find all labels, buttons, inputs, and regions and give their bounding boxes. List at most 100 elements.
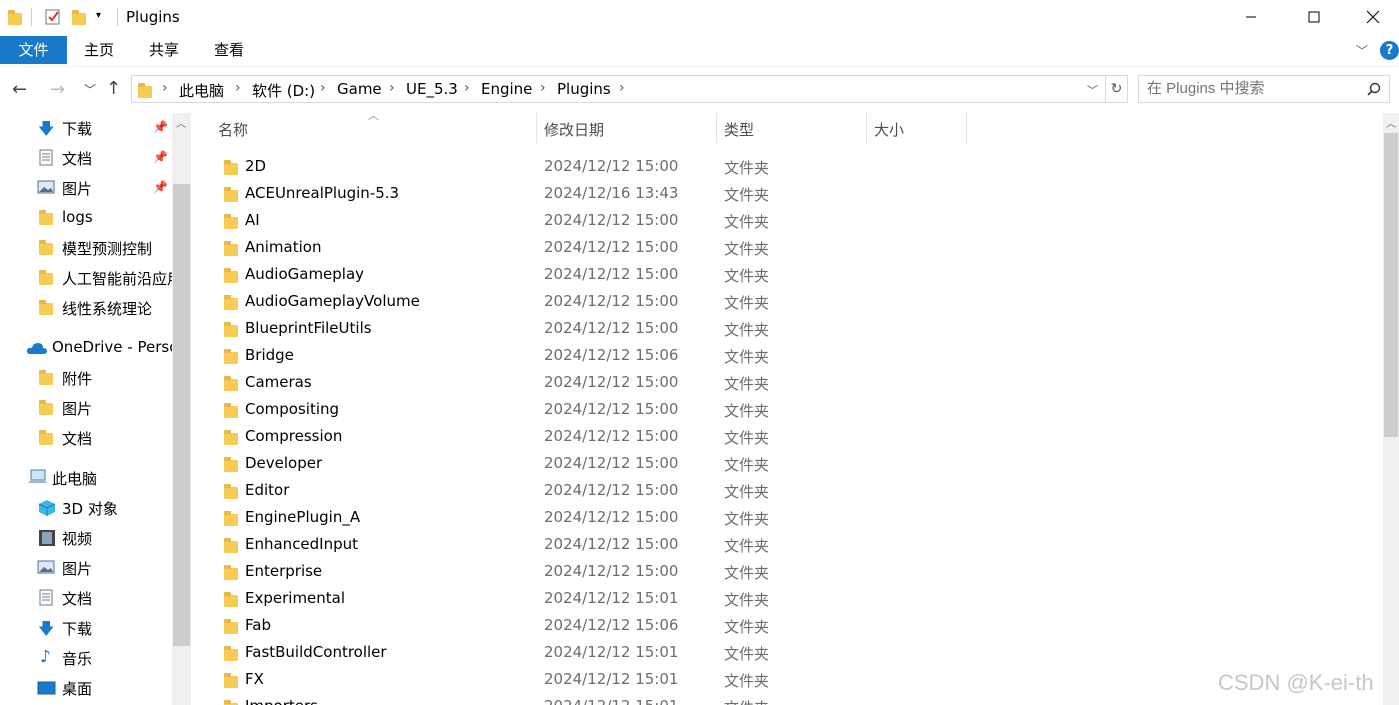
sidebar-item-attachments[interactable]: 附件 bbox=[0, 363, 172, 393]
download-icon: 🡇 bbox=[38, 619, 55, 638]
sidebar-item-linear-systems[interactable]: 线性系统理论 bbox=[0, 293, 172, 323]
breadcrumb-separator-icon[interactable]: › bbox=[619, 80, 625, 96]
folder-icon bbox=[224, 322, 238, 341]
tab-home[interactable]: 主页 bbox=[84, 36, 114, 64]
sidebar-item-label: 此电脑 bbox=[52, 470, 98, 488]
minimize-button[interactable] bbox=[1228, 0, 1274, 34]
table-row[interactable]: Compositing 2024/12/12 15:00 文件夹 bbox=[191, 396, 1383, 423]
table-row[interactable]: EnhancedInput 2024/12/12 15:00 文件夹 bbox=[191, 531, 1383, 558]
sidebar-item-desktop[interactable]: 桌面 bbox=[0, 673, 172, 703]
table-row[interactable]: Editor 2024/12/12 15:00 文件夹 bbox=[191, 477, 1383, 504]
file-date: 2024/12/12 15:01 bbox=[544, 670, 679, 688]
breadcrumb-game[interactable]: Game bbox=[337, 80, 382, 98]
tab-file[interactable]: 文件 bbox=[0, 36, 67, 64]
breadcrumb-separator-icon[interactable]: › bbox=[389, 80, 395, 96]
column-header-name[interactable]: 名称 bbox=[209, 113, 537, 143]
table-row[interactable]: FX 2024/12/12 15:01 文件夹 bbox=[191, 666, 1383, 693]
breadcrumb-separator-icon[interactable]: › bbox=[162, 80, 168, 96]
breadcrumb-separator-icon[interactable]: › bbox=[235, 80, 241, 96]
file-date: 2024/12/12 15:00 bbox=[544, 157, 679, 175]
table-row[interactable]: FastBuildController 2024/12/12 15:01 文件夹 bbox=[191, 639, 1383, 666]
sidebar-item-3d-objects[interactable]: 3D 对象 bbox=[0, 493, 172, 523]
column-header-date[interactable]: 修改日期 bbox=[537, 113, 717, 143]
breadcrumb-drive-d[interactable]: 软件 (D:) bbox=[252, 80, 315, 101]
sidebar-item-mpc[interactable]: 模型预测控制 bbox=[0, 233, 172, 263]
3d-objects-icon bbox=[38, 499, 56, 521]
sidebar-item-label: 文档 bbox=[62, 590, 93, 608]
expand-ribbon-chevron-icon[interactable]: ﹀ bbox=[1356, 42, 1368, 59]
search-box[interactable] bbox=[1138, 75, 1390, 103]
search-icon[interactable] bbox=[1367, 82, 1381, 96]
sidebar-item-label: 文档 bbox=[62, 150, 93, 168]
table-row[interactable]: BlueprintFileUtils 2024/12/12 15:00 文件夹 bbox=[191, 315, 1383, 342]
tab-share[interactable]: 共享 bbox=[149, 36, 179, 64]
properties-icon[interactable] bbox=[44, 8, 62, 26]
table-row[interactable]: ACEUnrealPlugin-5.3 2024/12/16 13:43 文件夹 bbox=[191, 180, 1383, 207]
tab-view[interactable]: 查看 bbox=[214, 36, 244, 64]
scroll-up-chevron-icon[interactable]: ︿ bbox=[176, 115, 186, 130]
help-icon[interactable]: ? bbox=[1380, 41, 1399, 60]
table-row[interactable]: Experimental 2024/12/12 15:01 文件夹 bbox=[191, 585, 1383, 612]
table-row[interactable]: AI 2024/12/12 15:00 文件夹 bbox=[191, 207, 1383, 234]
sidebar-item-downloads[interactable]: 🡇 下载 📌 bbox=[0, 113, 172, 143]
sidebar-item-onedrive[interactable]: OneDrive - Personal bbox=[0, 333, 172, 363]
maximize-button[interactable] bbox=[1291, 0, 1337, 34]
new-folder-icon[interactable] bbox=[72, 10, 86, 29]
column-header-type[interactable]: 类型 bbox=[717, 113, 867, 143]
folder-icon bbox=[224, 538, 238, 557]
sidebar-item-logs[interactable]: logs bbox=[0, 203, 172, 233]
table-row[interactable]: Fab 2024/12/12 15:06 文件夹 bbox=[191, 612, 1383, 639]
breadcrumb-plugins[interactable]: Plugins bbox=[557, 80, 611, 98]
file-list-scroll-thumb[interactable] bbox=[1384, 133, 1398, 437]
close-button[interactable] bbox=[1350, 0, 1396, 34]
breadcrumb-separator-icon[interactable]: › bbox=[464, 80, 470, 96]
customize-qa-chevron-icon[interactable]: ▾ bbox=[96, 10, 101, 28]
file-date: 2024/12/12 15:01 bbox=[544, 643, 679, 661]
sidebar-item-pictures[interactable]: 图片 📌 bbox=[0, 173, 172, 203]
recent-locations-chevron-icon[interactable]: ﹀ bbox=[84, 81, 96, 98]
sidebar-scroll-thumb[interactable] bbox=[173, 184, 190, 646]
sidebar-item-ai-frontier[interactable]: 人工智能前沿应用 bbox=[0, 263, 172, 293]
sidebar-item-pictures-pc[interactable]: 图片 bbox=[0, 553, 172, 583]
table-row[interactable]: Cameras 2024/12/12 15:00 文件夹 bbox=[191, 369, 1383, 396]
sidebar-item-music[interactable]: ♪ 音乐 bbox=[0, 643, 172, 673]
up-arrow-icon[interactable]: ↑ bbox=[106, 78, 121, 99]
file-name: Animation bbox=[245, 238, 322, 256]
watermark: CSDN @K-ei-th bbox=[1218, 670, 1374, 695]
table-row[interactable]: Bridge 2024/12/12 15:06 文件夹 bbox=[191, 342, 1383, 369]
file-type: 文件夹 bbox=[724, 564, 770, 582]
breadcrumb-separator-icon[interactable]: › bbox=[320, 80, 326, 96]
scroll-up-chevron-icon[interactable]: ︿ bbox=[1386, 115, 1396, 130]
sidebar-item-this-pc[interactable]: 此电脑 bbox=[0, 463, 172, 493]
file-date: 2024/12/12 15:00 bbox=[544, 454, 679, 472]
sidebar-item-onedrive-pictures[interactable]: 图片 bbox=[0, 393, 172, 423]
breadcrumb-this-pc[interactable]: 此电脑 bbox=[179, 80, 224, 101]
breadcrumb-engine[interactable]: Engine bbox=[481, 80, 532, 98]
table-row[interactable]: AudioGameplayVolume 2024/12/12 15:00 文件夹 bbox=[191, 288, 1383, 315]
address-history-chevron-icon[interactable]: ﹀ bbox=[1087, 82, 1098, 98]
sidebar-item-downloads-pc[interactable]: 🡇 下载 bbox=[0, 613, 172, 643]
table-row[interactable]: Developer 2024/12/12 15:00 文件夹 bbox=[191, 450, 1383, 477]
back-arrow-icon[interactable]: ← bbox=[12, 79, 27, 100]
search-input[interactable] bbox=[1147, 80, 1357, 97]
forward-arrow-icon[interactable]: → bbox=[50, 79, 65, 100]
sidebar-item-onedrive-documents[interactable]: 文档 bbox=[0, 423, 172, 453]
table-row[interactable]: AudioGameplay 2024/12/12 15:00 文件夹 bbox=[191, 261, 1383, 288]
divider bbox=[117, 8, 118, 26]
column-divider[interactable] bbox=[966, 113, 967, 143]
table-row[interactable]: Enterprise 2024/12/12 15:00 文件夹 bbox=[191, 558, 1383, 585]
column-header-size[interactable]: 大小 bbox=[867, 113, 967, 143]
address-bar[interactable]: › 此电脑 › 软件 (D:) › Game › UE_5.3 › Engine… bbox=[131, 75, 1106, 103]
sidebar-item-documents[interactable]: 文档 📌 bbox=[0, 143, 172, 173]
sidebar-item-videos[interactable]: 视频 bbox=[0, 523, 172, 553]
table-row[interactable]: 2D 2024/12/12 15:00 文件夹 bbox=[191, 153, 1383, 180]
table-row[interactable]: EnginePlugin_A 2024/12/12 15:00 文件夹 bbox=[191, 504, 1383, 531]
table-row[interactable]: Compression 2024/12/12 15:00 文件夹 bbox=[191, 423, 1383, 450]
refresh-button[interactable]: ↻ bbox=[1106, 75, 1128, 103]
table-row[interactable]: Animation 2024/12/12 15:00 文件夹 bbox=[191, 234, 1383, 261]
table-row[interactable]: Importers 2024/12/12 15:01 文件夹 bbox=[191, 693, 1383, 705]
breadcrumb-ue53[interactable]: UE_5.3 bbox=[406, 80, 458, 98]
sidebar-item-documents-pc[interactable]: 文档 bbox=[0, 583, 172, 613]
file-date: 2024/12/12 15:00 bbox=[544, 427, 679, 445]
breadcrumb-separator-icon[interactable]: › bbox=[540, 80, 546, 96]
